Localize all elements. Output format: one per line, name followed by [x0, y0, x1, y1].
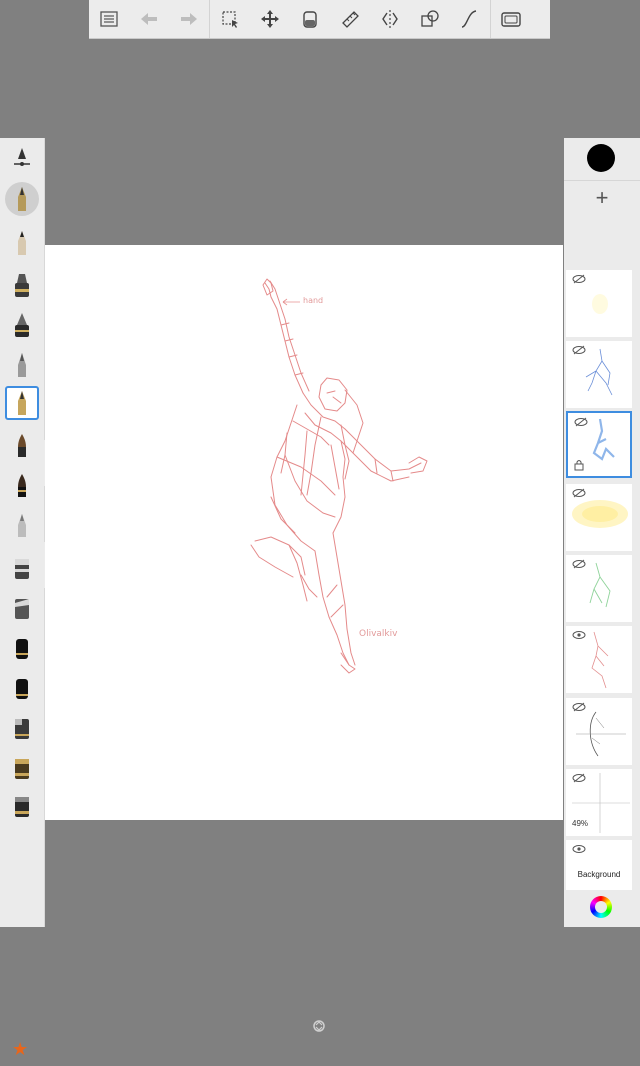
move-arrows-icon	[261, 10, 279, 28]
texture-brush-icon	[15, 719, 29, 739]
flat-marker-brush-1[interactable]	[5, 630, 39, 664]
brush-preview-button[interactable]	[5, 182, 39, 216]
layer-thumbnail[interactable]: 49%	[566, 769, 632, 836]
soft-pencil-brush[interactable]	[5, 508, 39, 542]
color-and-add-panel: +	[564, 138, 640, 244]
stroke-button[interactable]	[450, 0, 490, 38]
texture-brush-1[interactable]	[5, 710, 39, 744]
texture-brush-3[interactable]	[5, 788, 39, 822]
ruler-icon	[342, 11, 359, 28]
hidden-eye-icon[interactable]	[572, 345, 586, 355]
background-layer-label: Background	[577, 870, 621, 879]
texture-brush-2[interactable]	[5, 750, 39, 784]
hidden-eye-icon[interactable]	[572, 702, 586, 712]
eraser-icon	[15, 559, 29, 579]
list-icon	[100, 11, 118, 27]
collapse-handle-icon[interactable]	[312, 1019, 326, 1033]
marker-icon	[15, 274, 29, 297]
brush-slider-icon	[14, 148, 30, 166]
eraser-brush[interactable]	[5, 550, 39, 584]
brush-settings-button[interactable]	[5, 142, 39, 176]
symmetry-icon	[382, 10, 398, 28]
visible-eye-icon[interactable]	[572, 630, 586, 640]
layer-thumbnail[interactable]	[566, 270, 632, 337]
hidden-eye-icon[interactable]	[572, 559, 586, 569]
curve-stroke-icon	[461, 10, 477, 28]
artist-signature: Olivalkiv	[359, 629, 398, 639]
transform-button[interactable]	[250, 0, 290, 38]
chisel-brush[interactable]	[5, 468, 39, 502]
hidden-eye-icon[interactable]	[572, 274, 586, 284]
layer-thumbnail[interactable]	[566, 698, 632, 765]
airbrush-brush[interactable]	[5, 308, 39, 342]
hidden-eye-icon[interactable]	[572, 488, 586, 498]
blender-icon	[15, 599, 29, 619]
layer-thumbnail-selected[interactable]	[566, 411, 632, 478]
favorites-star-icon[interactable]: ★	[12, 1040, 28, 1058]
ruler-button[interactable]	[330, 0, 370, 38]
fullscreen-button[interactable]	[491, 0, 531, 38]
pencil-icon	[18, 231, 26, 255]
symmetry-button[interactable]	[370, 0, 410, 38]
texture-brush-icon	[15, 797, 29, 817]
redo-arrow-icon	[181, 13, 197, 25]
background-layer[interactable]: Background	[566, 840, 632, 890]
layer-thumbnail[interactable]	[566, 626, 632, 693]
brush-palette: ★	[0, 138, 45, 1058]
soft-pencil-icon	[18, 514, 26, 537]
hidden-eye-icon[interactable]	[574, 417, 588, 427]
top-toolbar	[89, 0, 550, 39]
panel-divider	[564, 180, 640, 181]
marker-brush[interactable]	[5, 268, 39, 302]
airbrush-icon	[15, 313, 29, 337]
current-color-swatch[interactable]	[587, 144, 615, 172]
texture-brush-icon	[15, 759, 29, 779]
color-wheel-icon[interactable]	[590, 896, 612, 918]
redo-button[interactable]	[169, 0, 209, 38]
figure-sketch	[250, 278, 428, 674]
hand-annotation: hand	[303, 296, 324, 305]
undo-arrow-icon	[141, 13, 157, 25]
flat-marker-icon	[16, 679, 28, 699]
hidden-eye-icon[interactable]	[572, 773, 586, 783]
felt-pen-icon	[18, 353, 26, 377]
ink-pen-icon	[18, 391, 26, 415]
drawing-canvas[interactable]: hand Olivalkiv	[45, 245, 563, 820]
layer-opacity-label: 49%	[572, 819, 589, 828]
shapes-button[interactable]	[410, 0, 450, 38]
shapes-icon	[421, 10, 439, 27]
layers-list-button[interactable]	[89, 0, 129, 38]
felt-pen-brush[interactable]	[5, 348, 39, 382]
paint-brush[interactable]	[5, 428, 39, 462]
pencil-brush[interactable]	[5, 226, 39, 260]
layer-thumbnail[interactable]	[566, 341, 632, 408]
selection-button[interactable]	[210, 0, 250, 38]
blender-brush[interactable]	[5, 590, 39, 624]
nib-pen-icon	[18, 187, 26, 211]
chisel-brush-icon	[18, 474, 26, 497]
marquee-select-icon	[222, 11, 238, 28]
lock-icon[interactable]	[574, 459, 584, 471]
paint-brush-icon	[18, 434, 26, 457]
fullscreen-frame-icon	[501, 12, 521, 27]
flat-marker-brush-2[interactable]	[5, 670, 39, 704]
add-layer-button[interactable]: +	[590, 186, 614, 210]
flat-marker-icon	[16, 639, 28, 659]
layer-thumbnail[interactable]	[566, 484, 632, 551]
fill-button[interactable]	[290, 0, 330, 38]
undo-button[interactable]	[129, 0, 169, 38]
ink-pen-brush[interactable]	[5, 386, 39, 420]
paint-bucket-icon	[303, 11, 317, 28]
visible-eye-icon[interactable]	[572, 844, 586, 854]
layers-panel: 49% Background	[564, 244, 640, 927]
layer-thumbnail[interactable]	[566, 555, 632, 622]
